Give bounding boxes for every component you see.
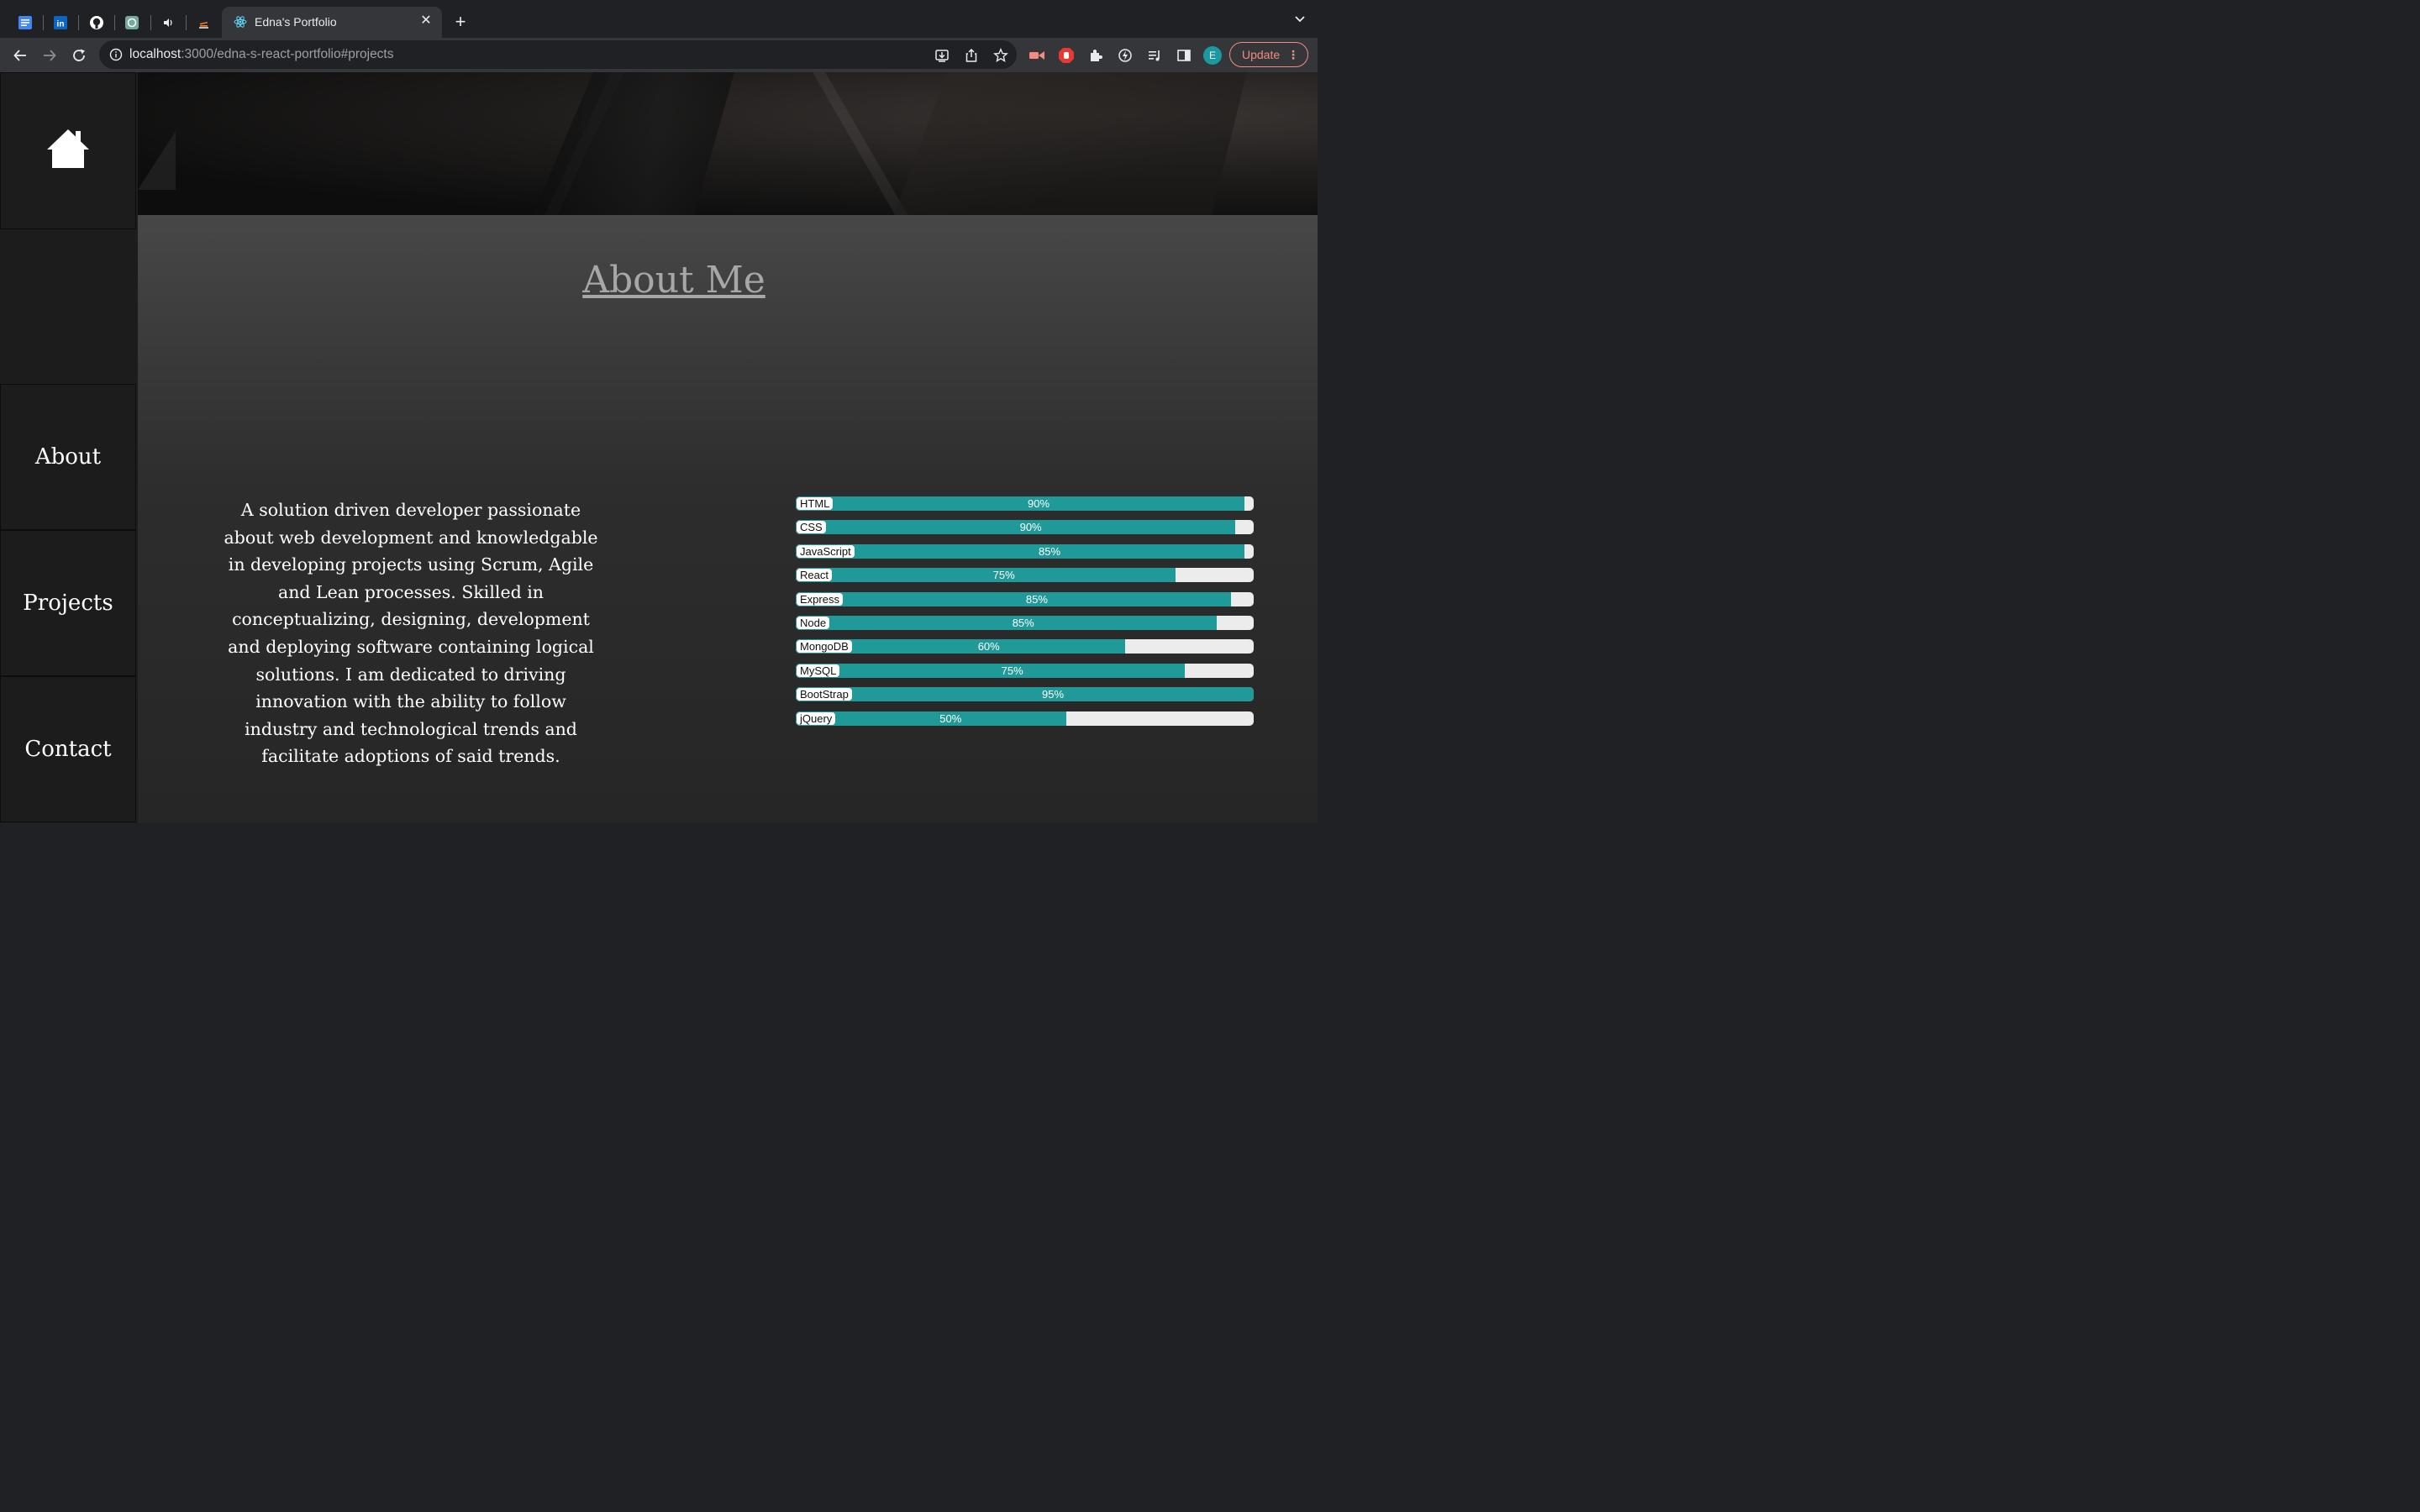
tab-title: Edna's Portfolio [255,15,337,29]
sidebar-nav: About Projects Contact [0,72,138,823]
skill-bar: CSS 90% [796,520,1254,535]
media-queue-icon[interactable] [1145,46,1164,65]
sidebar-spacer [0,229,136,384]
tab-edna-portfolio[interactable]: Edna's Portfolio ✕ [222,7,442,38]
skill-bar: jQuery 50% [796,711,1254,726]
close-tab-icon[interactable]: ✕ [418,13,434,29]
skill-bar: BootStrap 95% [796,687,1254,702]
skill-percent: 90% [1028,497,1050,510]
sidebar-item-projects[interactable]: Projects [0,530,136,676]
adblock-extension-icon[interactable] [1057,46,1076,65]
url-path: :3000/edna-s-react-portfolio#projects [181,47,394,61]
skill-name: BootStrap [797,688,852,701]
about-title: About Me [582,259,765,302]
skill-bar: JavaScript 85% [796,543,1254,559]
skill-percent: 85% [1025,592,1048,606]
skill-fill [796,615,1218,630]
skill-fill [796,663,1186,678]
side-panel-icon[interactable] [1175,46,1193,65]
skill-percent: 60% [977,640,1000,654]
skill-percent: 85% [1012,616,1034,629]
address-bar[interactable]: localhost:3000/edna-s-react-portfolio#pr… [99,40,1017,69]
sidebar-item-about[interactable]: About [0,384,136,530]
hero-decoration [138,131,176,190]
skill-bar: MySQL 75% [796,663,1254,678]
skill-percent: 50% [939,711,962,725]
chatgpt-icon[interactable] [118,9,145,36]
skill-fill [796,568,1176,583]
skill-name: JavaScript [797,544,855,558]
linkedin-icon[interactable]: in [47,9,74,36]
react-icon [234,15,247,33]
site-info-icon[interactable] [109,48,123,66]
skill-fill [796,543,1245,559]
new-tab-button[interactable]: + [450,12,471,32]
about-bio: A solution driven developer passionate a… [224,500,598,767]
performance-icon[interactable] [1116,46,1134,65]
more-menu-icon[interactable]: ⋮ [1287,43,1299,66]
skills-list: HTML 90% CSS 90% JavaScript 85% React 75% Expres… [796,496,1254,735]
skill-name: CSS [797,521,826,534]
skill-bar: MongoDB 60% [796,639,1254,654]
skill-fill [796,711,1066,726]
hero-decoration [894,72,1247,215]
skill-fill [796,496,1245,511]
speaker-icon[interactable] [155,9,182,36]
hero-decoration [533,72,734,215]
skill-percent: 90% [1019,521,1042,534]
skill-percent: 75% [1001,664,1023,677]
tab-search-chevron-icon[interactable] [1294,13,1306,29]
tab-separator [78,15,79,30]
tab-separator [43,15,44,30]
skill-bar: Express 85% [796,591,1254,606]
skill-percent: 95% [1042,688,1065,701]
sidebar-item-label: Projects [23,591,113,616]
skill-name: MongoDB [797,640,852,654]
skill-bar: HTML 90% [796,496,1254,511]
home-icon [45,128,91,174]
skill-fill [796,520,1236,535]
skill-fill [796,687,1254,702]
back-button[interactable] [9,45,31,66]
skill-bar: React 75% [796,568,1254,583]
sidebar-item-label: Contact [24,737,112,762]
about-section: About Me A solution driven developer pas… [138,215,1318,823]
skill-bar: Node 85% [796,615,1254,630]
tab-separator [114,15,115,30]
url-text: localhost:3000/edna-s-react-portfolio#pr… [129,47,394,62]
tab-strip: in Edna's Portfolio ✕ + [0,0,1318,38]
skill-fill [796,591,1231,606]
hero-banner [138,72,1318,215]
bookmark-star-icon[interactable] [993,48,1008,63]
skill-name: React [797,569,832,582]
tab-separator [150,15,151,30]
sidebar-item-label: About [34,444,102,470]
screen-recorder-extension-icon[interactable] [1028,46,1046,65]
skill-name: MySQL [797,664,840,677]
skill-percent: 85% [1039,544,1061,558]
share-icon[interactable] [964,48,979,63]
profile-avatar[interactable]: E [1203,46,1222,65]
svg-text:in: in [57,20,65,29]
browser-toolbar: localhost:3000/edna-s-react-portfolio#pr… [0,38,1318,72]
forward-button[interactable] [39,45,60,66]
update-label: Update [1242,48,1281,61]
install-app-icon[interactable] [934,48,950,63]
skill-name: jQuery [797,711,836,725]
tab-separator [186,15,187,30]
stackoverflow-icon[interactable] [191,9,218,36]
update-button[interactable]: Update ⋮ [1229,42,1308,67]
github-icon[interactable] [83,9,110,36]
sidebar-item-contact[interactable]: Contact [0,676,136,822]
skill-name: Express [797,592,843,606]
portfolio-page: About Projects Contact About Me A soluti… [0,72,1318,823]
url-host: localhost [129,47,182,61]
extensions-puzzle-icon[interactable] [1086,46,1105,65]
reload-button[interactable] [68,45,90,66]
google-docs-icon[interactable] [12,9,39,36]
skill-name: Node [797,616,830,629]
skill-percent: 75% [992,569,1015,582]
skill-name: HTML [797,497,834,510]
home-button[interactable] [0,72,136,229]
